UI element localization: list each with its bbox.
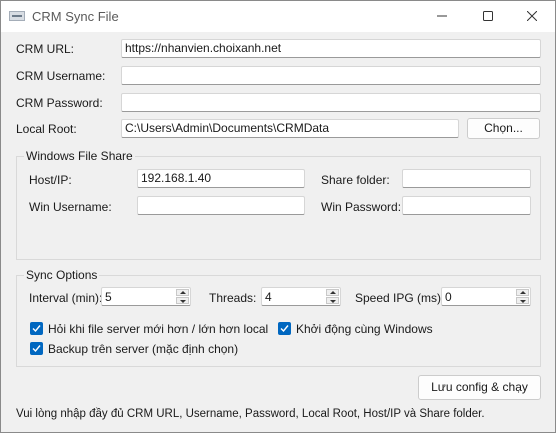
save-and-run-button[interactable]: Lưu config & chạy <box>418 375 541 400</box>
start-with-windows-checkbox[interactable] <box>278 322 291 335</box>
crm-url-label: CRM URL: <box>16 42 75 56</box>
speed-up-arrow-icon[interactable] <box>516 289 529 296</box>
host-label: Host/IP: <box>29 173 72 187</box>
ask-newer-label[interactable]: Hỏi khi file server mới hơn / lớn hơn lo… <box>48 322 268 336</box>
title-bar[interactable]: CRM Sync File <box>1 1 555 32</box>
speed-stepper[interactable]: 0 <box>441 287 531 306</box>
interval-down-arrow-icon[interactable] <box>176 297 189 304</box>
ask-newer-checkbox[interactable] <box>30 322 43 335</box>
status-message: Vui lòng nhập đầy đủ CRM URL, Username, … <box>16 408 485 420</box>
crm-password-field[interactable] <box>121 93 541 112</box>
crm-username-field[interactable] <box>121 66 541 85</box>
share-folder-field[interactable] <box>402 169 531 188</box>
speed-value: 0 <box>445 290 452 304</box>
speed-down-arrow-icon[interactable] <box>516 297 529 304</box>
share-folder-label: Share folder: <box>321 173 390 187</box>
window-title: CRM Sync File <box>32 9 119 24</box>
win-username-field[interactable] <box>137 196 305 215</box>
main-window: CRM Sync File CRM URL: https://nhanvien.… <box>0 0 556 433</box>
interval-stepper[interactable]: 5 <box>101 287 191 306</box>
app-icon <box>9 11 25 21</box>
maximize-icon <box>483 11 493 21</box>
interval-up-arrow-icon[interactable] <box>176 289 189 296</box>
threads-down-arrow-icon[interactable] <box>326 297 339 304</box>
crm-username-label: CRM Username: <box>16 69 106 83</box>
minimize-icon <box>437 15 447 17</box>
minimize-button[interactable] <box>419 1 465 32</box>
file-share-title: Windows File Share <box>24 149 135 163</box>
win-password-field[interactable] <box>402 196 531 215</box>
maximize-button[interactable] <box>465 1 511 32</box>
start-with-windows-label[interactable]: Khởi động cùng Windows <box>296 322 433 336</box>
host-field[interactable]: 192.168.1.40 <box>137 169 305 188</box>
threads-stepper[interactable]: 4 <box>261 287 341 306</box>
backup-server-label[interactable]: Backup trên server (mặc định chọn) <box>48 342 238 356</box>
checkmark-icon <box>32 345 41 353</box>
sync-options-title: Sync Options <box>24 268 100 282</box>
threads-up-arrow-icon[interactable] <box>326 289 339 296</box>
crm-password-label: CRM Password: <box>16 96 103 110</box>
crm-url-field[interactable]: https://nhanvien.choixanh.net <box>121 39 541 58</box>
interval-label: Interval (min): <box>29 291 103 305</box>
close-icon <box>526 10 538 22</box>
local-root-field[interactable]: C:\Users\Admin\Documents\CRMData <box>121 119 459 138</box>
choose-folder-button[interactable]: Chọn... <box>467 118 540 139</box>
threads-label: Threads: <box>209 291 257 305</box>
speed-label: Speed IPG (ms): <box>355 291 445 305</box>
close-button[interactable] <box>509 1 555 32</box>
checkmark-icon <box>32 325 41 333</box>
checkmark-icon <box>280 325 289 333</box>
local-root-label: Local Root: <box>16 122 77 136</box>
win-password-label: Win Password: <box>321 200 402 214</box>
backup-server-checkbox[interactable] <box>30 342 43 355</box>
win-username-label: Win Username: <box>29 200 112 214</box>
threads-value: 4 <box>265 290 272 304</box>
interval-value: 5 <box>105 290 112 304</box>
